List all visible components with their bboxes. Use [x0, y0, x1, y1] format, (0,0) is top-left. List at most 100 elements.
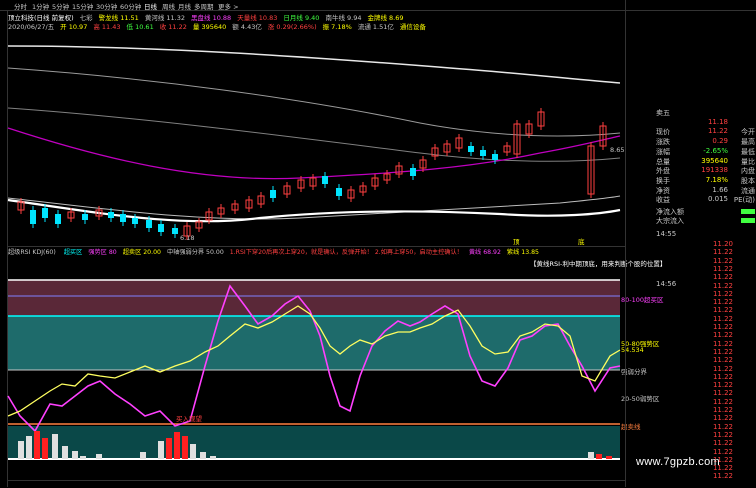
candlestick-chart[interactable]	[0, 28, 625, 246]
quote-value: 11.22	[712, 256, 733, 265]
quote-row: 11.18	[626, 118, 756, 127]
quote-label: 涨跌	[656, 138, 670, 147]
period-tab-2[interactable]: 5分钟	[52, 1, 69, 11]
quote-value: 11.22	[707, 127, 728, 136]
period-tab-9[interactable]: 多周期	[194, 1, 214, 11]
top-tag: 顶	[513, 238, 520, 246]
candle-body	[120, 214, 126, 222]
quote-value: 11.22	[712, 364, 733, 373]
tick-row: 11.22	[626, 472, 756, 481]
quote-row: 换手 7.18% 股本	[626, 176, 756, 185]
price-level-label: 8.65	[610, 146, 625, 154]
quote-label: 流通	[741, 186, 755, 195]
quote-value: 11.22	[712, 248, 733, 257]
indicator-legend-3: 中轴强弱分界 50.00	[166, 249, 224, 256]
volume-bar	[62, 446, 68, 459]
candle-body	[132, 218, 138, 224]
quote-label: 涨幅	[656, 147, 670, 156]
quote-row: 涨幅 -2.65% 最低	[626, 147, 756, 156]
quote-row: 涨跌 0.29 最高	[626, 137, 756, 146]
quote-row: 总量 395640 量比	[626, 157, 756, 166]
indicator-legend-2: 超卖区 20.00	[122, 249, 161, 256]
quote-value: -2.65%	[703, 146, 728, 155]
volume-bar	[18, 441, 24, 459]
indicator-legend-6: 紫线 13.85	[506, 249, 539, 256]
quote-value: 191338	[701, 166, 728, 175]
candle-body	[158, 224, 164, 232]
candle-body	[336, 188, 342, 196]
ma-line-grey-1	[7, 67, 621, 137]
indicator-legend-0: 超买区	[63, 249, 83, 256]
ma-line-grey-2	[7, 107, 621, 162]
ma-line-white-lower	[7, 198, 621, 223]
quote-panel: 卖五 11.18 现价 11.22 今开 涨跌 0.29 最高 涨幅 -2.65% 最低 总量 3956…	[625, 0, 756, 487]
quote-label: 14:55	[656, 230, 677, 238]
candle-body	[480, 150, 486, 156]
quote-value: 11.20	[712, 240, 733, 248]
buy-watch-tag: 买入观望	[176, 415, 202, 423]
quote-value: 0.29	[712, 137, 728, 146]
indicator-title: 超级RSI KDJ(60)	[8, 249, 56, 256]
quote-value: 11.22	[712, 447, 733, 456]
quote-value: 11.22	[712, 306, 733, 315]
period-tab-5[interactable]: 60分钟	[120, 1, 141, 11]
volume-bar	[606, 456, 612, 459]
quote-value: 11.22	[712, 273, 733, 282]
volume-bar	[34, 431, 40, 459]
quote-value: 11.22	[712, 347, 733, 356]
period-tab-0[interactable]: 分时	[14, 1, 27, 11]
quote-label: 量比	[741, 157, 755, 166]
quote-value: 11.22	[712, 430, 733, 439]
volume-bar	[210, 456, 216, 459]
candle-body	[172, 228, 178, 234]
quote-label: 内盘	[741, 167, 755, 176]
period-tab-3[interactable]: 15分钟	[72, 1, 93, 11]
quote-value: 11.22	[712, 331, 733, 340]
watermark: www.7gpzb.com	[636, 456, 720, 468]
quote-row: 净资 1.66 流通	[626, 186, 756, 195]
quote-row: 外盘 191338 内盘	[626, 166, 756, 175]
period-tab-1[interactable]: 1分钟	[32, 1, 49, 11]
volume-bar	[72, 451, 78, 459]
candle-body	[468, 146, 474, 152]
flow-bar	[741, 218, 755, 223]
volume-bar	[174, 432, 180, 459]
rsi-indicator-chart[interactable]	[0, 266, 625, 466]
low-price-marker: 6.18	[180, 234, 195, 242]
candle-body	[55, 214, 61, 224]
period-tab-10[interactable]: 更多 >	[218, 1, 239, 11]
quote-label: 大宗流入	[656, 217, 684, 225]
quote-label: PE(动)	[733, 196, 755, 205]
candle-body	[410, 168, 416, 176]
candle-body	[82, 214, 88, 220]
indicator-header: 超级RSI KDJ(60) 超买区 强势区 80 超卖区 20.00 中轴强弱分界 50…	[8, 246, 625, 257]
volume-bar	[158, 441, 164, 459]
indicator-legend-1: 强势区 80	[88, 249, 117, 256]
quote-value: 11.22	[712, 414, 733, 423]
period-tab-4[interactable]: 30分钟	[96, 1, 117, 11]
quote-label: 收益	[656, 196, 670, 205]
candle-body	[30, 210, 36, 224]
quote-label: 股本	[741, 176, 755, 185]
period-tab-6[interactable]: 日线	[144, 1, 157, 11]
quote-value: 11.22	[712, 372, 733, 381]
volume-bar	[140, 452, 146, 459]
quote-label: 最高	[741, 138, 755, 147]
quote-value: 11.22	[712, 397, 733, 406]
volume-bar	[26, 436, 32, 459]
quote-row: 卖五	[626, 108, 756, 117]
volume-bar	[588, 452, 594, 459]
period-tab-7[interactable]: 周线	[162, 1, 175, 11]
quote-label: 换手	[656, 176, 670, 185]
period-tab-8[interactable]: 月线	[178, 1, 191, 11]
quote-value: 11.22	[712, 323, 733, 331]
quote-value: 11.22	[712, 389, 733, 398]
quote-value: 11.18	[707, 117, 728, 126]
time-row: 14:55	[626, 230, 756, 239]
quote-row: 现价 11.22 今开	[626, 127, 756, 136]
quote-label: 净资	[656, 186, 670, 195]
quote-value: 11.22	[712, 439, 733, 448]
quote-value: 11.22	[712, 314, 733, 323]
volume-bar	[96, 454, 102, 459]
indicator-legend-5: 黄线 68.92	[468, 249, 501, 256]
